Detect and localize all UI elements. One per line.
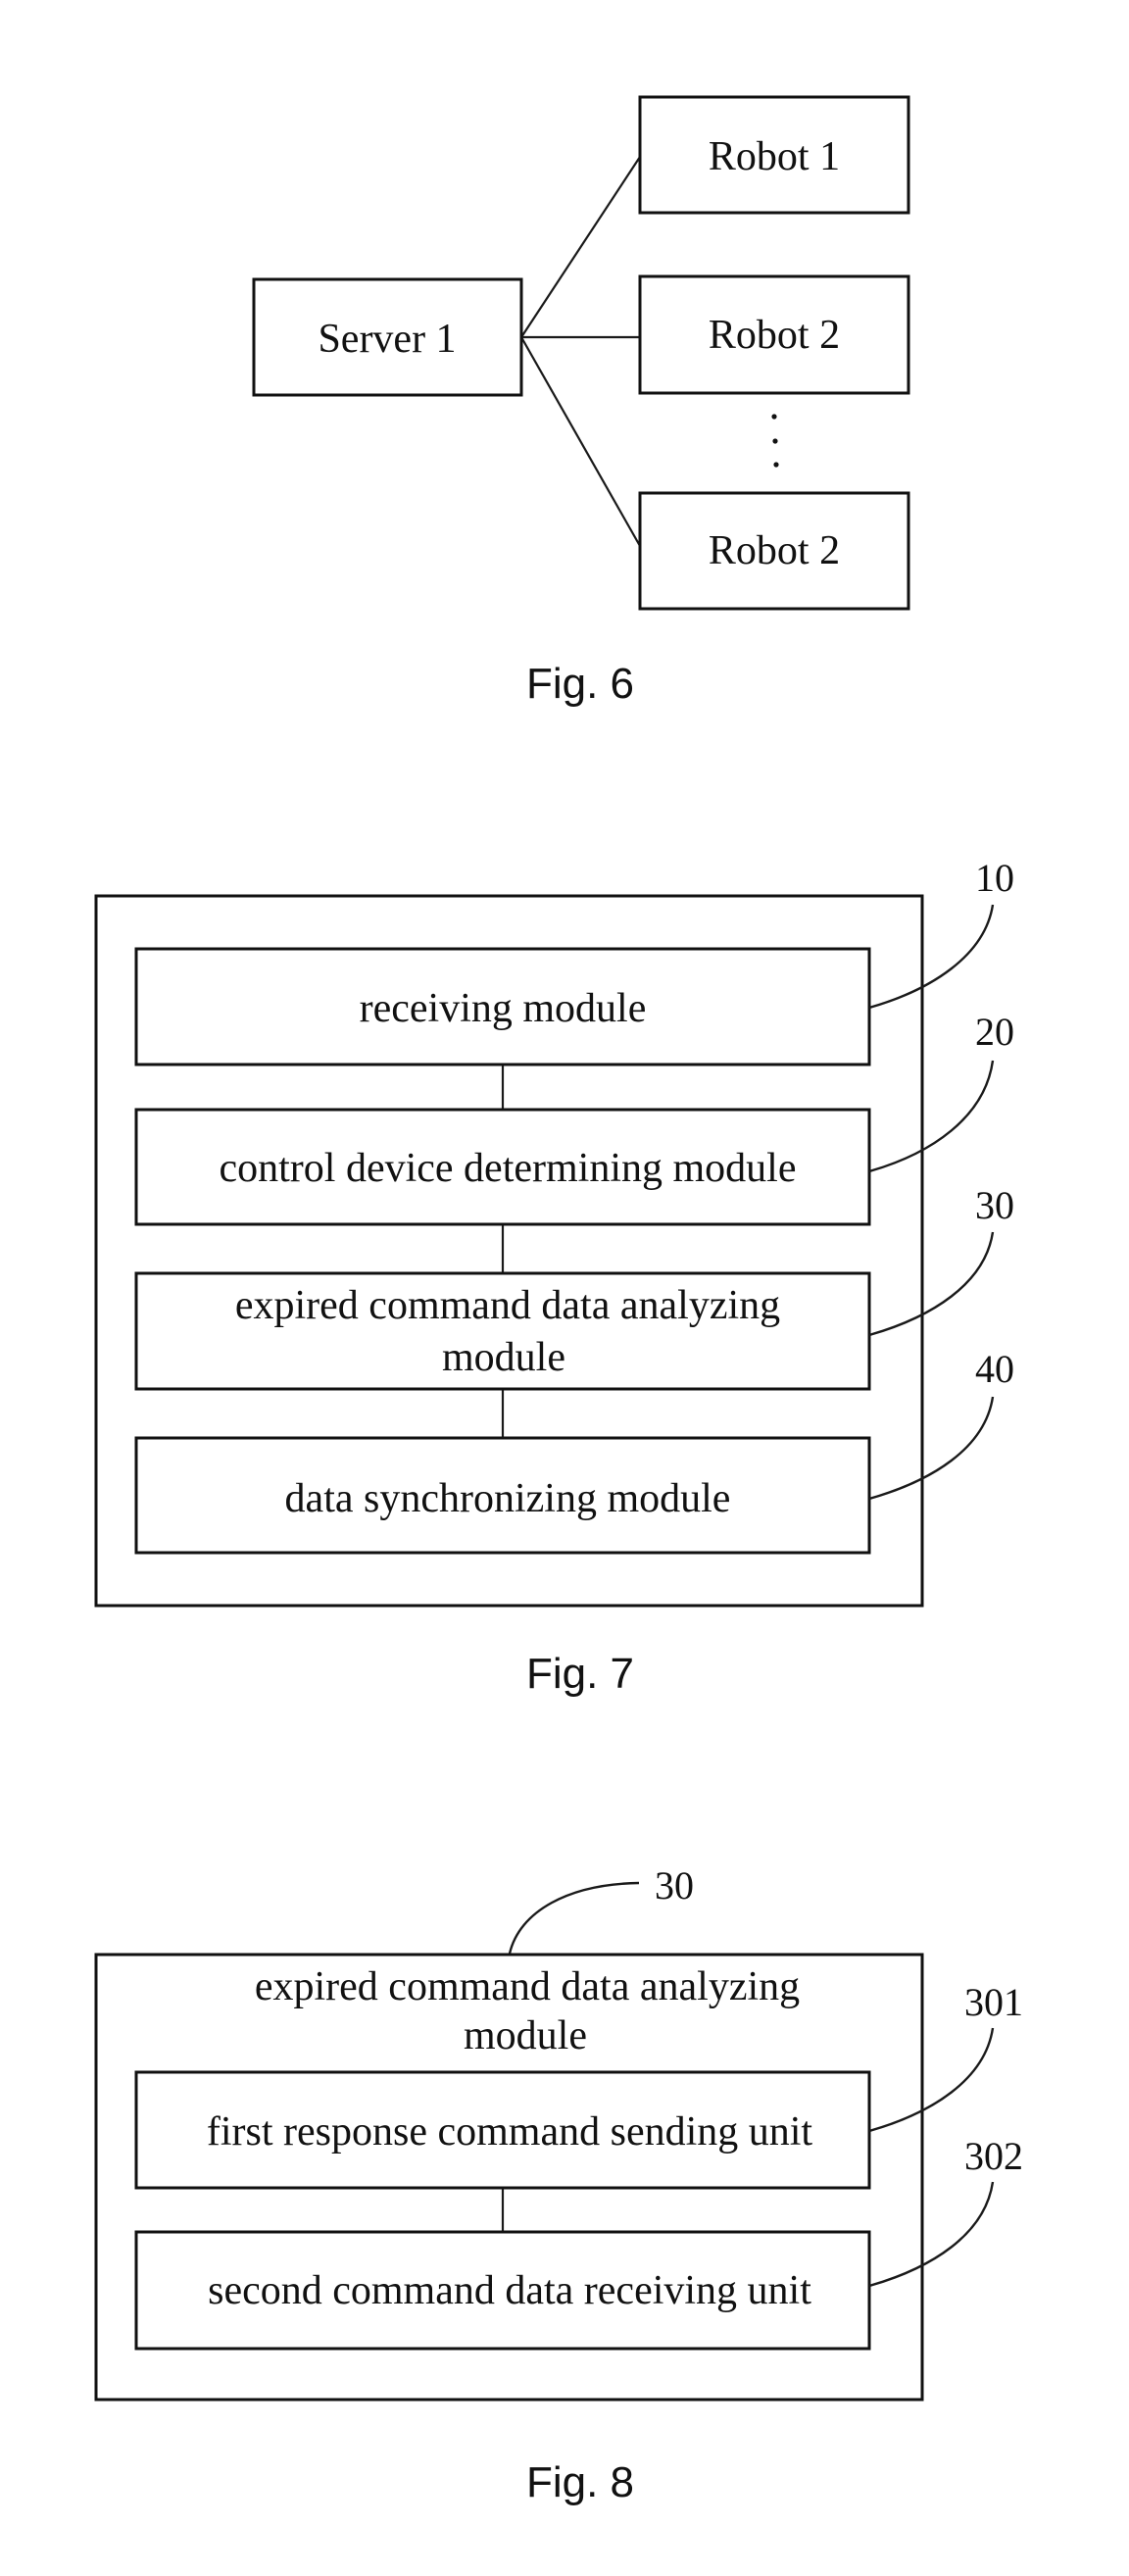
- robot-label: Robot 2: [709, 313, 840, 358]
- reference-leader: [868, 1231, 995, 1337]
- reference-numeral: 10: [975, 856, 1014, 900]
- ellipsis-dot: [773, 462, 779, 468]
- module-title-line-2: module: [464, 2013, 587, 2058]
- reference-leader: [868, 1396, 995, 1501]
- link-server-robot-1: [520, 156, 641, 338]
- reference-numeral: 30: [655, 1863, 694, 1907]
- reference-numeral: 302: [964, 2134, 1023, 2178]
- figure-caption: Fig. 7: [526, 1650, 634, 1698]
- module-label: data synchronizing module: [285, 1476, 731, 1521]
- figure-caption: Fig. 8: [526, 2458, 634, 2506]
- robot-label: Robot 2: [709, 528, 840, 573]
- unit-second-command-data-receiving: second command data receiving unit: [134, 2230, 871, 2351]
- reference-numeral: 40: [975, 1347, 1014, 1391]
- unit-first-response-command-sending: first response command sending unit: [134, 2070, 871, 2190]
- reference-numeral: 301: [964, 1980, 1023, 2024]
- robot-node-3: Robot 2: [638, 491, 910, 611]
- unit-label: first response command sending unit: [207, 2109, 813, 2155]
- reference-leader: [868, 1060, 995, 1173]
- module-expired-command-data-analyzing: expired command data analyzing module: [134, 1271, 871, 1391]
- reference-numeral: 20: [975, 1010, 1014, 1054]
- figure-8: 30 expired command data analyzing module…: [94, 1863, 1023, 2506]
- figure-7: receiving module control device determin…: [94, 856, 1014, 1698]
- reference-numeral: 30: [975, 1183, 1014, 1227]
- link-server-robot-n: [520, 336, 641, 547]
- ellipsis-dots: [771, 414, 779, 468]
- ellipsis-dot: [771, 414, 777, 420]
- figure-caption: Fig. 6: [526, 660, 634, 708]
- module-label-line-2: module: [442, 1335, 565, 1380]
- robot-node-2: Robot 2: [638, 274, 910, 395]
- server-label: Server 1: [318, 317, 456, 362]
- ellipsis-dot: [772, 438, 778, 444]
- module-data-synchronizing: data synchronizing module: [134, 1436, 871, 1555]
- module-title-line-1: expired command data analyzing: [255, 1964, 800, 2009]
- module-label-line-1: expired command data analyzing: [235, 1283, 780, 1328]
- figure-6: Server 1 Robot 1 Robot 2 Robot 2 Fig. 6: [252, 95, 910, 708]
- reference-leader: [868, 2181, 995, 2288]
- reference-leader: [868, 904, 995, 1010]
- module-control-device-determining: control device determining module: [134, 1108, 871, 1226]
- module-receiving: receiving module: [134, 947, 871, 1066]
- robot-label: Robot 1: [709, 134, 840, 179]
- reference-leader: [868, 2027, 995, 2133]
- module-label: receiving module: [360, 986, 647, 1031]
- module-label: control device determining module: [220, 1146, 797, 1191]
- reference-leader: [508, 1881, 640, 1955]
- patent-figure-sheet: Server 1 Robot 1 Robot 2 Robot 2 Fig. 6: [94, 95, 1023, 2506]
- server-node: Server 1: [252, 277, 523, 397]
- robot-node-1: Robot 1: [638, 95, 910, 215]
- unit-label: second command data receiving unit: [208, 2268, 811, 2313]
